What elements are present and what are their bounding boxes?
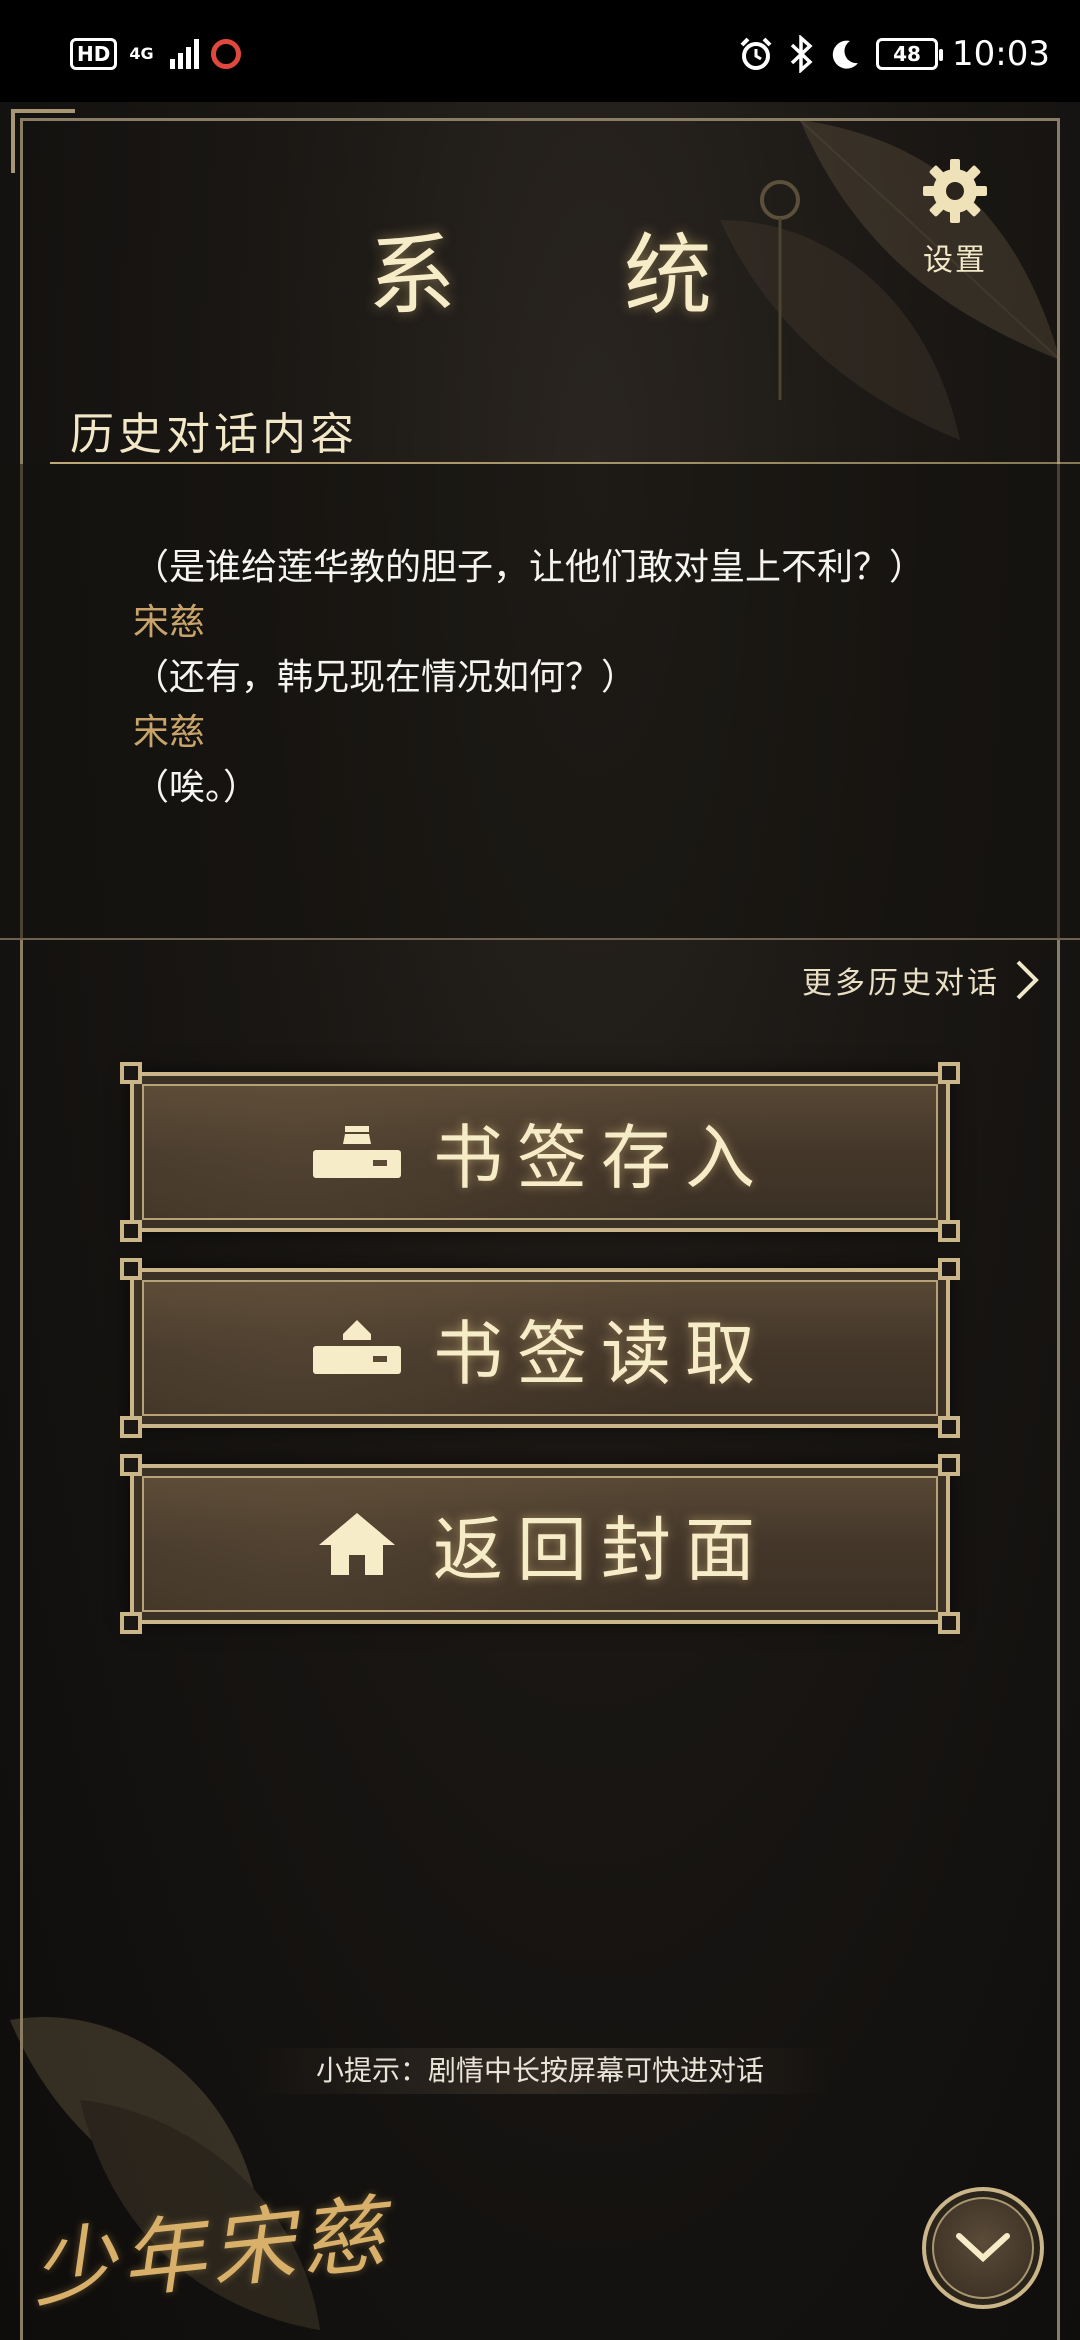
- button-corner-ornament: [938, 1416, 960, 1438]
- network-type: 4G: [129, 44, 154, 63]
- do-not-disturb-moon-icon: [832, 40, 859, 69]
- history-line-text: （还有，韩兄现在情况如何？）: [133, 657, 638, 698]
- clock: 10:03: [952, 34, 1050, 74]
- hd-badge: HD: [70, 38, 118, 70]
- button-corner-ornament: [120, 1416, 142, 1438]
- chevron-down-icon: [956, 2233, 1010, 2263]
- chevron-right-icon: [1016, 960, 1039, 1000]
- button-corner-ornament: [938, 1612, 960, 1634]
- load-bookmark-label: 书签读取: [433, 1312, 769, 1395]
- home-icon: [311, 1509, 403, 1579]
- bookmark-save-icon: [311, 1117, 403, 1187]
- return-to-cover-button[interactable]: 返回封面: [120, 1454, 960, 1634]
- settings-label: 设置: [923, 243, 987, 278]
- close-menu-button[interactable]: [922, 2187, 1044, 2309]
- load-bookmark-button[interactable]: 书签读取: [120, 1258, 960, 1438]
- more-history-label: 更多历史对话: [802, 966, 1000, 1001]
- button-corner-ornament: [120, 1220, 142, 1242]
- history-dialogue-list: （是谁给莲华教的胆子，让他们敢对皇上不利？） 宋慈 （还有，韩兄现在情况如何？）…: [133, 540, 926, 815]
- tip-text: 小提示：剧情中长按屏幕可快进对话: [250, 2048, 830, 2094]
- history-line-text: （唉。）: [133, 767, 260, 808]
- bookmark-load-icon: [311, 1313, 403, 1383]
- status-bar: HD 4G 48 10:03: [0, 0, 1080, 102]
- status-left: HD 4G: [70, 38, 241, 70]
- more-history-link[interactable]: 更多历史对话: [802, 958, 1040, 1002]
- button-corner-ornament: [938, 1062, 960, 1084]
- save-bookmark-button[interactable]: 书签存入: [120, 1062, 960, 1242]
- gear-icon: [923, 159, 987, 223]
- button-corner-ornament: [938, 1220, 960, 1242]
- alarm-icon: [740, 37, 772, 70]
- battery-indicator: 48: [876, 38, 944, 70]
- button-corner-ornament: [938, 1454, 960, 1476]
- recording-indicator-icon: [210, 39, 241, 69]
- status-right: 48 10:03: [738, 34, 1050, 74]
- system-menu-screen: HD 4G 48 10:03 系 统 设置 历史对话内容 （是谁给莲华教的胆子，…: [0, 0, 1080, 2340]
- button-corner-ornament: [120, 1454, 142, 1476]
- signal-icon: [169, 39, 199, 69]
- save-bookmark-label: 书签存入: [433, 1116, 769, 1199]
- history-speaker-name: 宋慈: [133, 712, 206, 753]
- bluetooth-icon: [790, 35, 813, 73]
- button-corner-ornament: [938, 1258, 960, 1280]
- history-line-text: （是谁给莲华教的胆子，让他们敢对皇上不利？）: [133, 547, 926, 588]
- history-section-title: 历史对话内容: [70, 409, 358, 460]
- button-corner-ornament: [120, 1062, 142, 1084]
- return-to-cover-label: 返回封面: [433, 1508, 769, 1591]
- button-corner-ornament: [120, 1258, 142, 1280]
- history-speaker-name: 宋慈: [133, 602, 206, 643]
- settings-button[interactable]: 设置: [910, 155, 1000, 279]
- button-corner-ornament: [120, 1612, 142, 1634]
